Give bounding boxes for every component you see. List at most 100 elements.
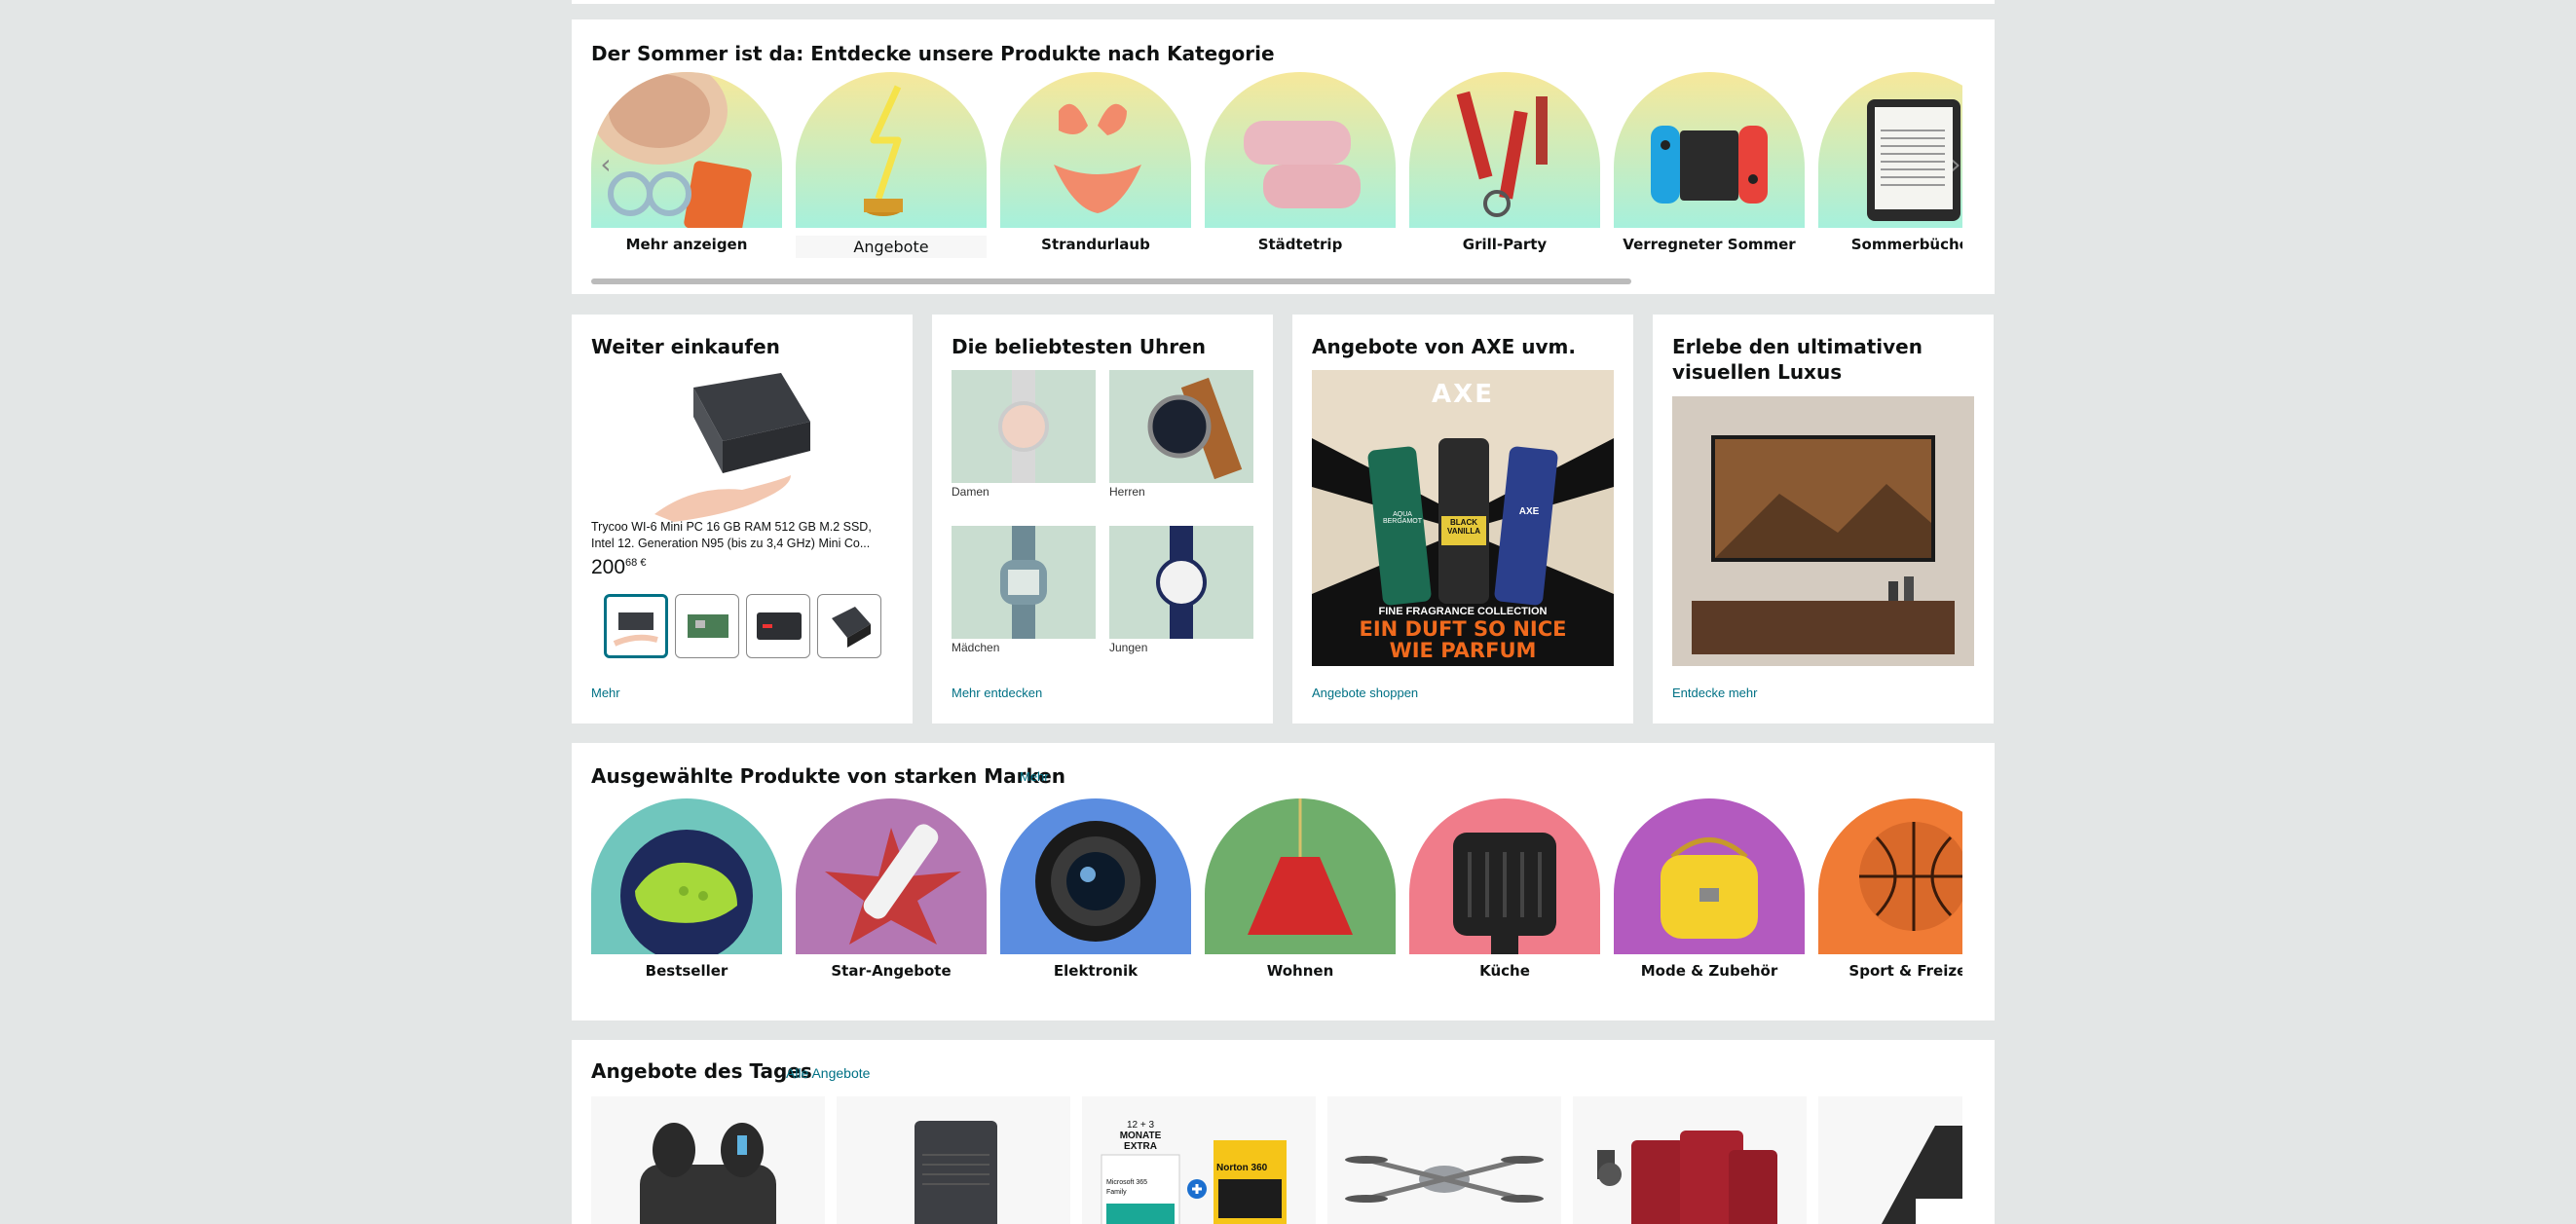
axe-deals-card: Angebote von AXE uvm. AXE AQUA BERGAMOT … — [1292, 315, 1633, 723]
axe-brand-text: AXE — [1432, 380, 1494, 409]
norton-promo-text4: Microsoft 365 — [1106, 1179, 1148, 1186]
pendant-lamp-image — [1248, 798, 1353, 935]
watch-tile-women[interactable] — [952, 370, 1096, 483]
deal-item-partial[interactable] — [1818, 1096, 1962, 1224]
carousel-next-icon[interactable]: › — [1943, 134, 1968, 193]
deal-item-earbuds[interactable] — [591, 1096, 825, 1224]
norton-promo-text1: 12 + 3 — [1126, 1120, 1155, 1131]
visual-luxury-card: Erlebe den ultimativen visuellen Luxus E… — [1653, 315, 1994, 723]
brand-item-star-deals[interactable]: Star-Angebote — [796, 798, 987, 980]
watch-tile-caption: Herren — [1109, 485, 1145, 499]
axe-banner-line2: WIE PARFUM — [1389, 639, 1537, 662]
brands-title: Ausgewählte Produkte von starken Marken — [591, 764, 1066, 788]
deal-item-drone[interactable] — [1327, 1096, 1561, 1224]
bikini-image — [1054, 103, 1141, 213]
brand-item-bestseller[interactable]: Bestseller — [591, 798, 782, 980]
software-bundle-image — [1101, 1140, 1287, 1224]
sunhat-sunglasses-image — [591, 72, 752, 228]
water-bottle-image — [825, 824, 961, 945]
brand-item-living[interactable]: Wohnen — [1205, 798, 1396, 980]
summer-category-card: Der Sommer ist da: Entdecke unsere Produ… — [572, 19, 1995, 294]
camera-lens-image — [1035, 821, 1156, 942]
summer-carousel: Mehr anzeigen Angebote Strandurlaub Städ… — [591, 72, 1962, 267]
axe-can-label-2: BLACK VANILLA — [1446, 518, 1481, 536]
summer-item-summer-books[interactable]: Sommerbücher — [1818, 72, 1962, 253]
luxury-title-line1: Erlebe den ultimativen — [1672, 335, 1923, 358]
clog-shoe-image — [620, 830, 753, 954]
summer-item-label: Angebote — [796, 236, 987, 258]
product-variant-thumb[interactable] — [746, 594, 810, 658]
summer-item-rainy-summer[interactable]: Verregneter Sommer — [1614, 72, 1805, 253]
watch-tile-caption: Damen — [952, 485, 989, 499]
carousel-scrollbar[interactable] — [591, 278, 1631, 284]
brands-card: Ausgewählte Produkte von starken Marken … — [572, 743, 1995, 1020]
grill-pan-image — [1453, 833, 1556, 954]
brand-item-fashion[interactable]: Mode & Zubehör — [1614, 798, 1805, 980]
ereader-image — [1867, 99, 1960, 221]
product-variant-thumb[interactable] — [675, 594, 739, 658]
axe-title: Angebote von AXE uvm. — [1312, 335, 1576, 358]
continue-shopping-more-link[interactable]: Mehr — [591, 686, 620, 700]
watches-title: Die beliebtesten Uhren — [952, 335, 1206, 358]
deal-item-norton-microsoft[interactable]: 12 + 3 MONATE EXTRA Microsoft 365 Family… — [1082, 1096, 1316, 1224]
earbuds-image — [640, 1123, 776, 1224]
brand-item-label: Küche — [1479, 962, 1530, 980]
watch-tile-caption: Jungen — [1109, 641, 1148, 654]
carousel-prev-icon[interactable]: ‹ — [593, 134, 618, 193]
womens-watch-image — [998, 370, 1049, 483]
watch-tile-caption: Mädchen — [952, 641, 1000, 654]
mens-watch-image — [1147, 377, 1243, 480]
axe-banner[interactable]: AXE AQUA BERGAMOT BLACK VANILLA AXE FINE… — [1312, 370, 1614, 666]
luxury-discover-link[interactable]: Entdecke mehr — [1672, 686, 1757, 700]
summer-item-deals[interactable]: Angebote — [796, 72, 987, 258]
product-title[interactable]: Trycoo WI-6 Mini PC 16 GB RAM 512 GB M.2… — [591, 519, 893, 552]
product-image[interactable] — [635, 368, 859, 524]
continue-shopping-title: Weiter einkaufen — [591, 335, 780, 358]
axe-shop-link[interactable]: Angebote shoppen — [1312, 686, 1418, 700]
summer-item-label: Strandurlaub — [1041, 236, 1150, 253]
brand-item-kitchen[interactable]: Küche — [1409, 798, 1600, 980]
girls-watch-image — [1000, 526, 1047, 639]
deal-item-luggage[interactable] — [1573, 1096, 1807, 1224]
brands-more-link[interactable]: Mehr — [1020, 769, 1049, 784]
summer-item-label: Verregneter Sommer — [1623, 236, 1796, 253]
luggage-set-image — [1597, 1131, 1777, 1224]
tv-room-image[interactable] — [1672, 396, 1974, 666]
air-purifier-image — [915, 1121, 997, 1224]
all-deals-link[interactable]: Alle Angebote — [786, 1065, 870, 1081]
top-card-edge — [572, 0, 1995, 4]
summer-title: Der Sommer ist da: Entdecke unsere Produ… — [591, 42, 1275, 65]
watches-more-link[interactable]: Mehr entdecken — [952, 686, 1042, 700]
summer-item-more[interactable]: Mehr anzeigen — [591, 72, 782, 253]
deals-of-the-day-card: Angebote des Tages Alle Angebote 12 + 3 — [572, 1040, 1995, 1224]
deal-item-air-purifier[interactable] — [837, 1096, 1070, 1224]
axe-banner-small: FINE FRAGRANCE COLLECTION — [1378, 606, 1548, 617]
product-variant-thumb[interactable] — [817, 594, 881, 658]
garden-tools-image — [1456, 91, 1548, 217]
watch-tile-girls[interactable] — [952, 526, 1096, 639]
summer-item-city-trip[interactable]: Städtetrip — [1205, 72, 1396, 253]
brand-item-label: Elektronik — [1053, 962, 1139, 980]
travel-pillow-image — [1244, 121, 1361, 208]
brand-item-label: Wohnen — [1266, 962, 1334, 980]
luxury-title-line2: visuellen Luxus — [1672, 360, 1843, 384]
summer-item-grill-party[interactable]: Grill-Party — [1409, 72, 1600, 253]
product-variant-thumb[interactable] — [604, 594, 668, 658]
game-console-controller-image — [1651, 126, 1768, 204]
price-fraction: 68 € — [625, 557, 647, 569]
watch-tile-boys[interactable] — [1109, 526, 1253, 639]
summer-item-label: Sommerbücher — [1850, 236, 1962, 253]
price-whole: 200 — [591, 556, 626, 578]
brand-item-label: Star-Angebote — [831, 962, 952, 980]
boys-watch-image — [1156, 526, 1207, 639]
brand-item-label: Mode & Zubehör — [1640, 962, 1778, 980]
axe-can-label-1: AQUA BERGAMOT — [1382, 511, 1423, 525]
brand-item-label: Sport & Freizeit — [1848, 962, 1962, 980]
summer-item-label: Städtetrip — [1257, 236, 1343, 253]
brand-item-sports[interactable]: Sport & Freizeit — [1818, 798, 1962, 980]
dark-product-image — [1881, 1126, 1962, 1224]
brand-item-electronics[interactable]: Elektronik — [1000, 798, 1191, 980]
axe-banner-line1: EIN DUFT SO NICE — [1359, 617, 1567, 641]
watch-tile-men[interactable] — [1109, 370, 1253, 483]
summer-item-beach[interactable]: Strandurlaub — [1000, 72, 1191, 253]
